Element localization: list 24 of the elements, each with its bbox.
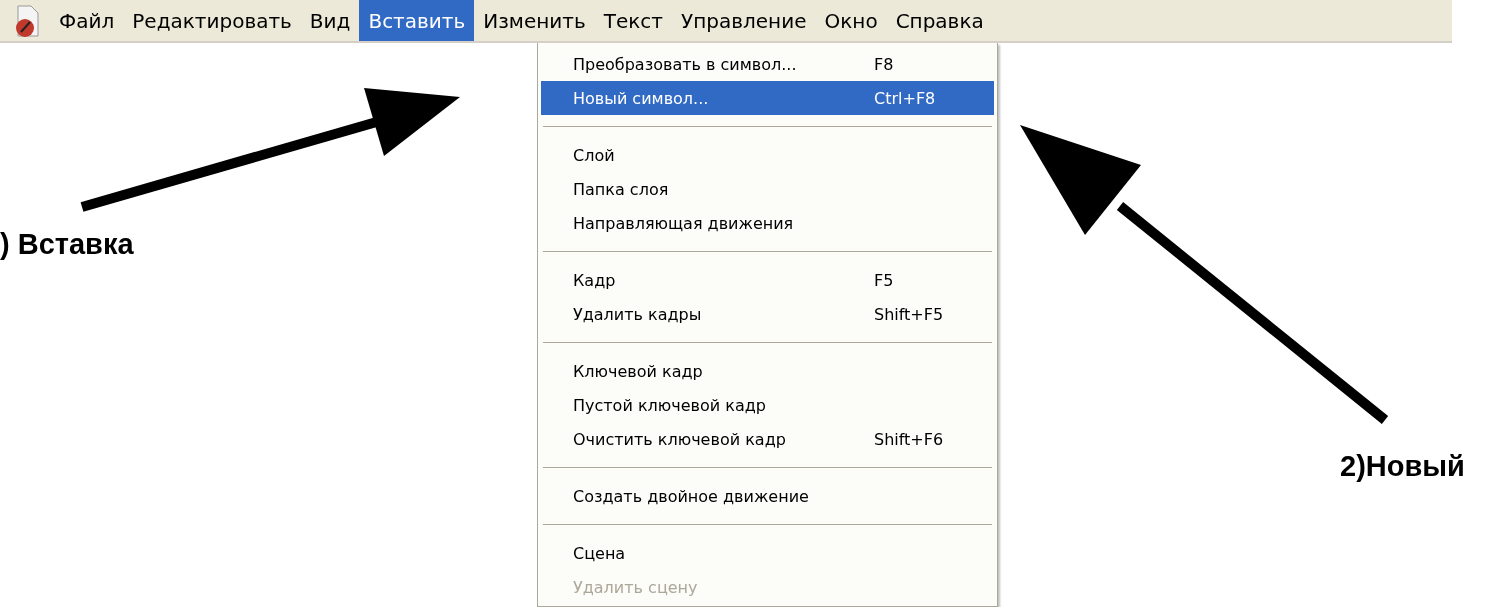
annotation-label: ) Вставка (0, 228, 134, 260)
menu-bar-item[interactable]: Справка (886, 0, 993, 41)
app-icon[interactable] (14, 3, 40, 38)
menu-item[interactable]: Сцена (541, 536, 994, 570)
menu-bar-item[interactable]: Окно (815, 0, 887, 41)
menu-bar-item[interactable]: Текст (594, 0, 672, 41)
menu-bar-item[interactable]: Файл (50, 0, 124, 41)
menu-bar-item[interactable]: Управление (672, 0, 816, 41)
menu-bar-item[interactable]: Редактировать (123, 0, 301, 41)
menu-item[interactable]: Папка слоя (541, 172, 994, 206)
menu-bar-item[interactable]: Вставить (359, 0, 475, 41)
menu-item[interactable]: Направляющая движения (541, 206, 994, 240)
menu-item[interactable]: Пустой ключевой кадр (541, 388, 994, 422)
annotation-label: 2)Новый (1340, 450, 1465, 482)
menu-item[interactable]: Создать двойное движение (541, 479, 994, 513)
menu-item[interactable]: Новый символ... Ctrl+F8 (541, 81, 994, 115)
menu-item[interactable]: Очистить ключевой кадр Shift+F6 (541, 422, 994, 456)
menu-item[interactable]: Слой (541, 138, 994, 172)
menu-bar-item[interactable]: Изменить (474, 0, 595, 41)
menu-item[interactable]: Кадр F5 (541, 263, 994, 297)
menu-bar-item[interactable]: Вид (300, 0, 360, 41)
menu-item[interactable]: Ключевой кадр (541, 354, 994, 388)
menu-item[interactable]: Удалить кадры Shift+F5 (541, 297, 994, 331)
menu-item[interactable]: Преобразовать в символ... F8 (541, 47, 994, 81)
